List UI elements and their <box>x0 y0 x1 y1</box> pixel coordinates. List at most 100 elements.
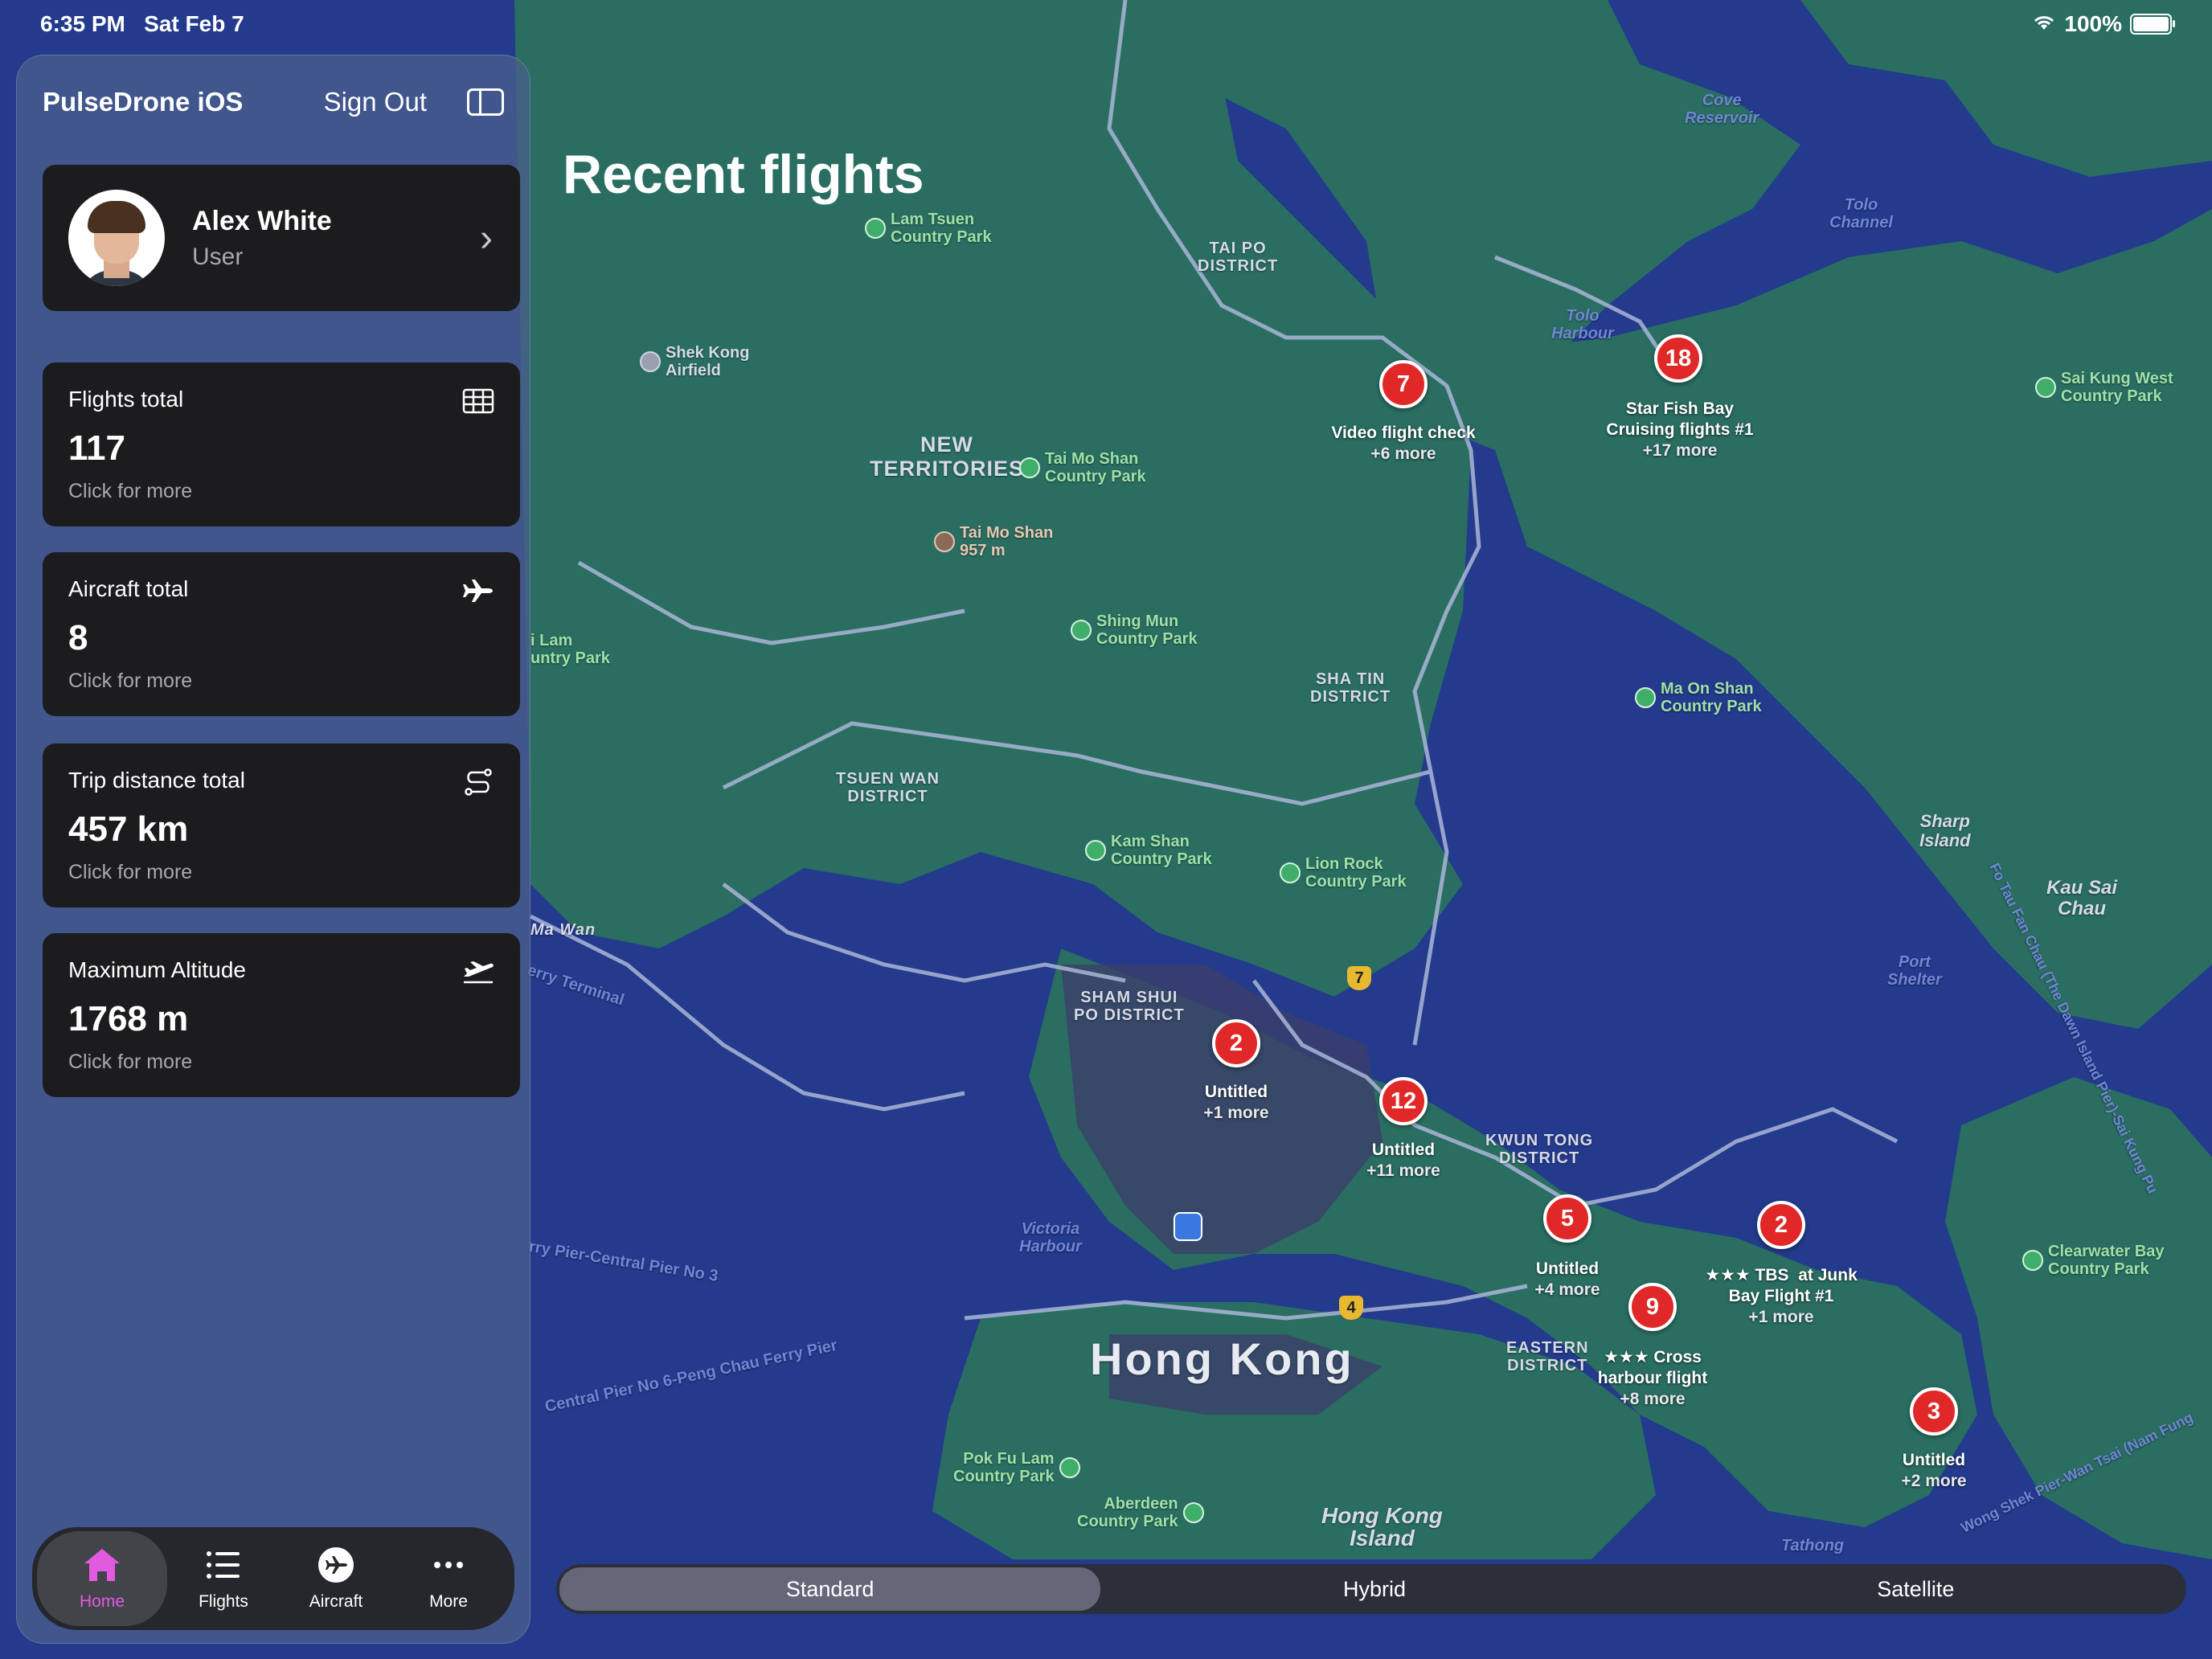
page-title: Recent flights <box>563 144 924 205</box>
stat-card-trip-distance[interactable]: Trip distance total 457 km Click for mor… <box>43 743 520 907</box>
tab-aircraft[interactable]: Aircraft <box>280 1531 392 1626</box>
flight-cluster-pin[interactable]: 18 <box>1654 334 1702 383</box>
profile-role: User <box>192 243 244 270</box>
cluster-label: ★★★ TBS at Junk Bay Flight #1 +1 more <box>1705 1266 1858 1326</box>
tab-flights[interactable]: Flights <box>167 1531 280 1626</box>
water-label-cove-reservoir: Cove Reservoir <box>1685 92 1759 127</box>
status-time: 6:35 PM <box>40 11 125 36</box>
stat-value: 117 <box>68 428 125 468</box>
stat-card-max-altitude[interactable]: Maximum Altitude 1768 m Click for more <box>43 933 520 1097</box>
park-icon <box>1635 687 1656 708</box>
stat-subtitle: Click for more <box>68 1051 193 1073</box>
park-label-pok-fu-lam: Pok Fu Lam Country Park <box>953 1450 1085 1485</box>
park-icon <box>1280 862 1301 883</box>
stat-title: Flights total <box>68 387 184 412</box>
city-label-hong-kong: Hong Kong <box>1090 1333 1354 1384</box>
profile-name: Alex White <box>192 205 332 236</box>
park-label-sai-kung-west: Sai Kung West Country Park <box>2035 370 2173 405</box>
tab-label: More <box>429 1592 468 1611</box>
park-icon <box>1085 840 1106 861</box>
park-icon <box>1059 1457 1080 1478</box>
takeoff-icon <box>464 961 494 984</box>
park-icon <box>1071 620 1092 641</box>
profile-card[interactable]: Alex White User › <box>43 165 520 311</box>
tab-home[interactable]: Home <box>37 1531 167 1626</box>
district-label-sha-tin: SHA TIN DISTRICT <box>1310 670 1391 706</box>
park-icon <box>865 218 886 239</box>
park-label-tai-mo-shan: Tai Mo Shan Country Park <box>1019 450 1146 485</box>
water-label-tathong: Tathong <box>1781 1537 1845 1555</box>
map-type-standard[interactable]: Standard <box>559 1567 1101 1611</box>
cluster-label: Star Fish Bay Cruising flights #1 +17 mor… <box>1606 399 1754 460</box>
list-icon <box>207 1551 240 1579</box>
flight-cluster-pin[interactable]: 5 <box>1543 1194 1591 1243</box>
island-label-kau-sai-chau: Kau Sai Chau <box>2046 877 2118 920</box>
stat-card-aircraft[interactable]: Aircraft total 8 Click for more <box>43 552 520 716</box>
stat-value: 1768 m <box>68 999 189 1038</box>
sidebar-toggle-icon[interactable] <box>467 88 504 116</box>
water-label-victoria-harbour: Victoria Harbour <box>1019 1220 1082 1256</box>
park-icon <box>1019 457 1040 478</box>
stat-title: Aircraft total <box>68 576 189 601</box>
tab-label: Aircraft <box>309 1592 363 1611</box>
district-label-tai-po: TAI PO DISTRICT <box>1198 240 1279 275</box>
water-label-tolo-harbour: Tolo Harbour <box>1551 307 1614 342</box>
flight-cluster-pin[interactable]: 12 <box>1379 1077 1428 1125</box>
district-label-eastern: EASTERN DISTRICT <box>1506 1339 1589 1374</box>
home-icon <box>84 1549 120 1581</box>
battery-percent: 100% <box>2064 11 2122 36</box>
route-shield-4: 4 <box>1339 1296 1363 1320</box>
stat-title: Trip distance total <box>68 768 245 793</box>
water-label-port-shelter: Port Shelter <box>1887 953 1942 989</box>
flight-cluster-pin[interactable]: 9 <box>1628 1283 1677 1331</box>
stat-value: 8 <box>68 618 88 657</box>
mountain-icon <box>934 531 955 552</box>
sign-out-button[interactable]: Sign Out <box>324 87 427 117</box>
region-label-new-territories: NEW TERRITORIES <box>870 432 1025 481</box>
map-type-control: Standard Hybrid Satellite <box>556 1564 2186 1614</box>
flight-cluster-pin[interactable]: 3 <box>1910 1387 1958 1436</box>
district-label-sham-shui-po: SHAM SHUI PO DISTRICT <box>1074 989 1185 1024</box>
app-title: PulseDrone iOS <box>43 87 244 117</box>
stat-card-flights[interactable]: Flights total 117 Click for more <box>43 363 520 526</box>
area-label-ma-wan: Ma Wan <box>530 921 596 939</box>
stat-subtitle: Click for more <box>68 861 193 883</box>
transit-station-icon[interactable] <box>1174 1212 1202 1241</box>
stat-subtitle: Click for more <box>68 670 193 692</box>
sidebar-header: PulseDrone iOS Sign Out <box>43 70 504 134</box>
park-label-ma-on-shan: Ma On Shan Country Park <box>1635 680 1762 715</box>
route-icon <box>465 768 492 796</box>
flight-cluster-pin[interactable]: 7 <box>1379 360 1428 408</box>
stat-title: Maximum Altitude <box>68 957 246 982</box>
district-label-tsuen-wan: TSUEN WAN DISTRICT <box>836 770 940 805</box>
park-label-shing-mun: Shing Mun Country Park <box>1071 612 1198 648</box>
airplane-icon <box>463 580 493 602</box>
tab-bar: Home Flights Aircraft More <box>32 1527 514 1630</box>
park-label-kam-shan: Kam Shan Country Park <box>1085 833 1212 868</box>
island-label-hong-kong: Hong Kong Island <box>1321 1503 1443 1550</box>
map-type-satellite[interactable]: Satellite <box>1645 1564 2186 1614</box>
tab-more[interactable]: More <box>392 1531 505 1626</box>
island-label-sharp: Sharp Island <box>1919 811 1971 850</box>
water-label-tolo-channel: Tolo Channel <box>1829 196 1893 231</box>
flight-cluster-pin[interactable]: 2 <box>1212 1019 1260 1067</box>
stat-subtitle: Click for more <box>68 480 193 502</box>
cluster-label: Untitled +1 more <box>1203 1083 1269 1122</box>
chevron-right-icon: › <box>480 216 493 260</box>
park-label-clearwater-bay: Clearwater Bay Country Park <box>2022 1243 2165 1278</box>
cluster-label: Untitled +4 more <box>1534 1260 1600 1299</box>
avatar <box>68 190 165 286</box>
cluster-label: Untitled +11 more <box>1366 1141 1440 1180</box>
park-label-tai-lam: i Lam untry Park <box>530 632 610 667</box>
aircraft-icon <box>318 1547 354 1583</box>
sidebar: PulseDrone iOS Sign Out Alex White User … <box>16 55 530 1644</box>
airfield-label-shek-kong: Shek Kong Airfield <box>640 344 749 379</box>
cluster-label: Video flight check +6 more <box>1331 424 1476 463</box>
park-icon <box>1182 1502 1204 1523</box>
map-type-hybrid[interactable]: Hybrid <box>1104 1564 1645 1614</box>
peak-label-tai-mo-shan: Tai Mo Shan 957 m <box>934 524 1053 559</box>
cluster-label: Untitled +2 more <box>1901 1451 1967 1490</box>
flight-cluster-pin[interactable]: 2 <box>1757 1201 1805 1249</box>
tab-label: Flights <box>199 1592 248 1611</box>
ellipsis-icon <box>434 1562 463 1568</box>
